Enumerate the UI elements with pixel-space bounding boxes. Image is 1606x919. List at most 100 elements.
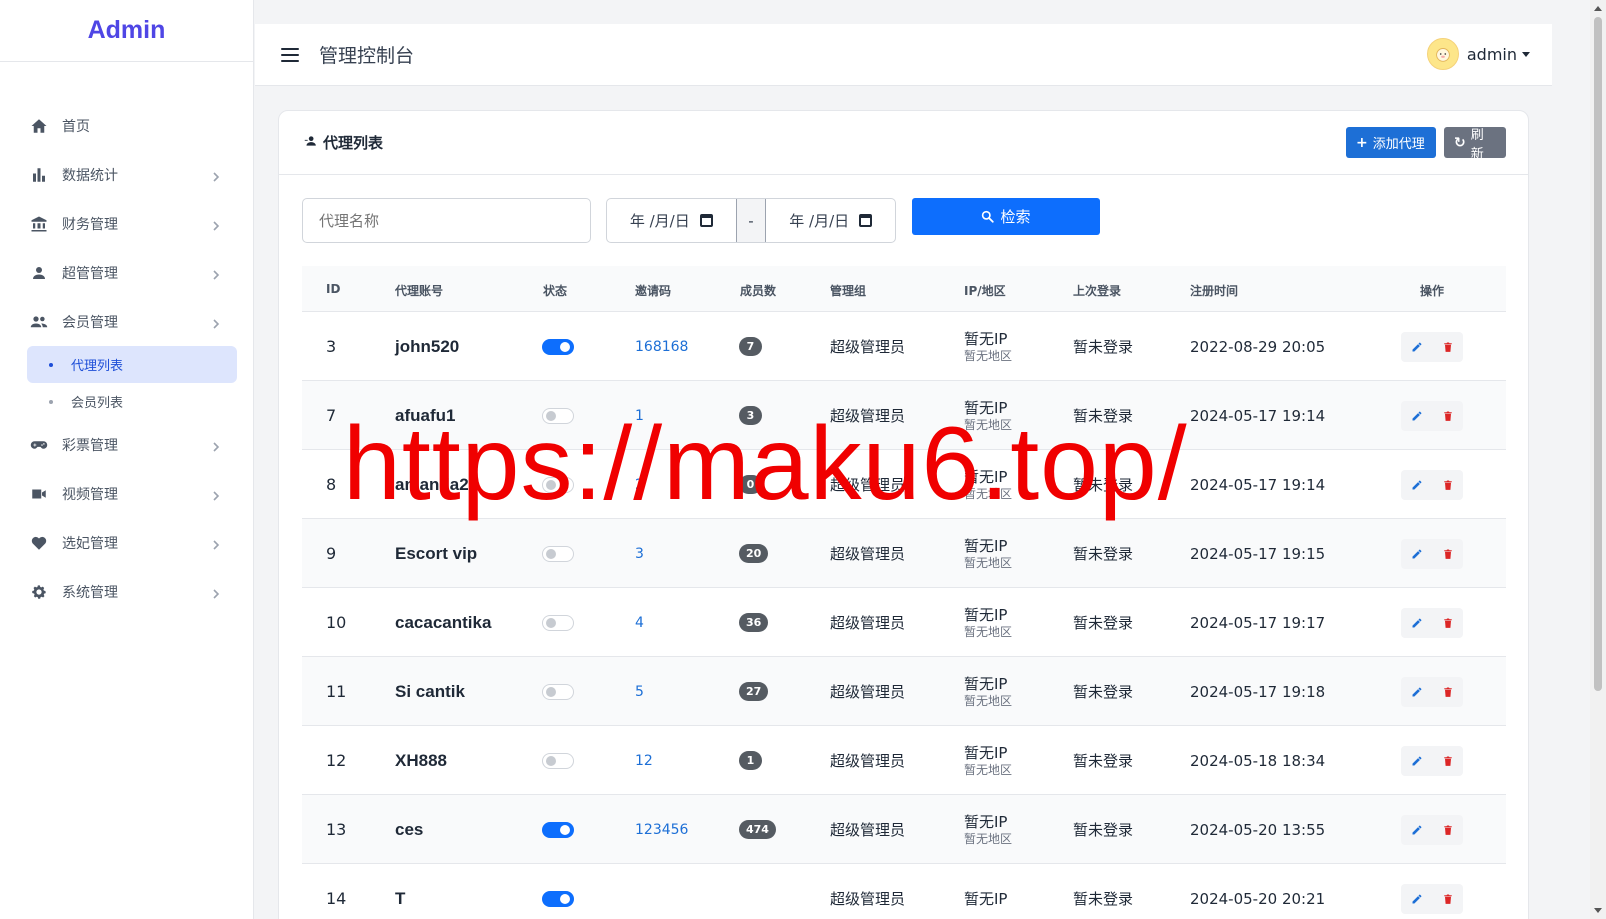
col-header-status: 状态 <box>543 284 568 298</box>
delete-icon[interactable] <box>1432 401 1463 431</box>
invite-code-link[interactable]: 168168 <box>635 312 688 381</box>
action-group <box>1401 745 1463 776</box>
actions-cell <box>1401 657 1463 726</box>
row-admin-group: 超级管理员 <box>830 614 906 632</box>
delete-icon[interactable] <box>1432 332 1463 362</box>
refresh-button[interactable]: ↻ 刷新 <box>1444 127 1506 162</box>
sidebar-item-selection[interactable]: 选妃管理 <box>0 518 253 567</box>
ip-region-cell: 暂无IP 暂无地区 <box>964 795 1012 864</box>
end-date-input[interactable]: 年 /月/日 <box>766 199 895 242</box>
status-toggle[interactable] <box>542 545 574 562</box>
page-scrollbar[interactable] <box>1590 0 1606 919</box>
agent-name-input[interactable] <box>302 198 591 243</box>
member-count-cell: 20 <box>739 519 769 588</box>
scrollbar-thumb[interactable] <box>1594 17 1602 691</box>
invite-code-link[interactable]: 12 <box>635 726 653 795</box>
sidebar-subitem-label: 会员列表 <box>71 396 124 411</box>
edit-icon[interactable] <box>1401 815 1432 845</box>
action-group <box>1401 607 1463 638</box>
member-count-badge: 27 <box>739 682 769 701</box>
filter-bar: 年 /月/日 - 年 /月/日 检索 <box>302 198 1505 243</box>
edit-icon[interactable] <box>1401 677 1432 707</box>
agent-table: ID 代理账号 状态 邀请码 成员数 管理组 IP/地区 上次登录 注册时间 操… <box>302 266 1506 919</box>
sidebar-item-video[interactable]: 视频管理 <box>0 469 253 518</box>
edit-icon[interactable] <box>1401 884 1432 914</box>
sidebar-item-finance[interactable]: 财务管理 <box>0 199 253 248</box>
member-count-cell: 27 <box>739 657 769 726</box>
delete-icon[interactable] <box>1432 746 1463 776</box>
table-row: 14 T 超级管理员 暂无IP 暂未登录 2024-05-20 20:21 <box>302 864 1506 919</box>
toggle-knob <box>546 617 556 628</box>
calendar-icon[interactable] <box>859 214 873 227</box>
invite-code-link[interactable]: 123456 <box>635 795 688 864</box>
date-separator: - <box>735 199 767 242</box>
invite-code-link[interactable]: 3 <box>635 519 644 588</box>
user-menu[interactable]: admin <box>1426 38 1530 70</box>
heart-icon <box>30 534 48 552</box>
row-region: 暂无地区 <box>964 624 1013 639</box>
start-date-input[interactable]: 年 /月/日 <box>607 199 736 242</box>
avatar <box>1426 38 1459 70</box>
status-toggle[interactable] <box>542 752 574 769</box>
edit-icon[interactable] <box>1401 539 1432 569</box>
sidebar-subitem-member-list[interactable]: 会员列表 <box>27 383 237 420</box>
row-admin-group: 超级管理员 <box>830 752 906 770</box>
search-button[interactable]: 检索 <box>912 198 1100 235</box>
add-agent-button[interactable]: + 添加代理 <box>1346 127 1436 158</box>
sidebar-item-members[interactable]: 会员管理 <box>0 297 253 346</box>
calendar-icon[interactable] <box>699 214 713 227</box>
sidebar: Admin 首页 数据统计 财务管理 超管管理 会员管理 代理列表 会员列表 彩… <box>0 0 254 919</box>
row-region: 暂无地区 <box>964 831 1013 846</box>
sidebar-item-stats[interactable]: 数据统计 <box>0 150 253 199</box>
row-account: john520 <box>395 336 460 356</box>
status-toggle[interactable] <box>542 338 574 355</box>
sidebar-item-super-admin[interactable]: 超管管理 <box>0 248 253 297</box>
row-id: 9 <box>326 544 337 563</box>
edit-icon[interactable] <box>1401 332 1432 362</box>
scroll-down-icon[interactable] <box>1594 908 1602 913</box>
row-last-login: 暂未登录 <box>1073 614 1134 632</box>
ip-region-cell: 暂无IP 暂无地区 <box>964 726 1012 795</box>
caret-down-icon <box>1522 51 1530 57</box>
edit-icon[interactable] <box>1401 608 1432 638</box>
status-toggle[interactable] <box>542 821 574 838</box>
row-id: 3 <box>326 337 337 356</box>
date-range: 年 /月/日 - 年 /月/日 <box>606 198 896 243</box>
row-ip: 暂无IP <box>964 743 1008 762</box>
row-id: 13 <box>326 820 347 839</box>
invite-code-link[interactable]: 4 <box>635 588 644 657</box>
edit-icon[interactable] <box>1401 746 1432 776</box>
status-toggle[interactable] <box>542 683 574 700</box>
delete-icon[interactable] <box>1432 815 1463 845</box>
row-registered: 2024-05-17 19:14 <box>1190 406 1326 425</box>
delete-icon[interactable] <box>1432 884 1463 914</box>
actions-cell <box>1401 450 1463 519</box>
delete-icon[interactable] <box>1432 608 1463 638</box>
status-toggle[interactable] <box>542 614 574 631</box>
actions-cell <box>1401 726 1463 795</box>
video-camera-icon <box>30 485 48 503</box>
member-count-badge: 7 <box>739 337 762 356</box>
row-account: XH888 <box>395 750 447 770</box>
delete-icon[interactable] <box>1432 539 1463 569</box>
sidebar-item-home[interactable]: 首页 <box>0 101 253 150</box>
invite-code-link[interactable]: 5 <box>635 657 644 726</box>
menu-toggle-icon[interactable] <box>281 47 299 62</box>
edit-icon[interactable] <box>1401 401 1432 431</box>
row-last-login: 暂未登录 <box>1073 338 1134 356</box>
scroll-up-icon[interactable] <box>1594 6 1602 11</box>
table-row: 3 john520 168168 7 超级管理员 暂无IP 暂无地区 暂未登录 2022-08-… <box>302 312 1506 381</box>
status-toggle[interactable] <box>542 890 574 907</box>
sidebar-item-label: 视频管理 <box>62 486 118 503</box>
delete-icon[interactable] <box>1432 677 1463 707</box>
search-label: 检索 <box>1000 208 1031 226</box>
row-id: 10 <box>326 613 347 632</box>
row-ip: 暂无IP <box>964 812 1008 831</box>
sidebar-subitem-agent-list[interactable]: 代理列表 <box>27 346 237 383</box>
sidebar-item-lottery[interactable]: 彩票管理 <box>0 420 253 469</box>
edit-icon[interactable] <box>1401 470 1432 500</box>
delete-icon[interactable] <box>1432 470 1463 500</box>
sidebar-item-system[interactable]: 系统管理 <box>0 567 253 616</box>
brand-logo[interactable]: Admin <box>0 0 253 62</box>
chevron-right-icon <box>211 440 221 452</box>
